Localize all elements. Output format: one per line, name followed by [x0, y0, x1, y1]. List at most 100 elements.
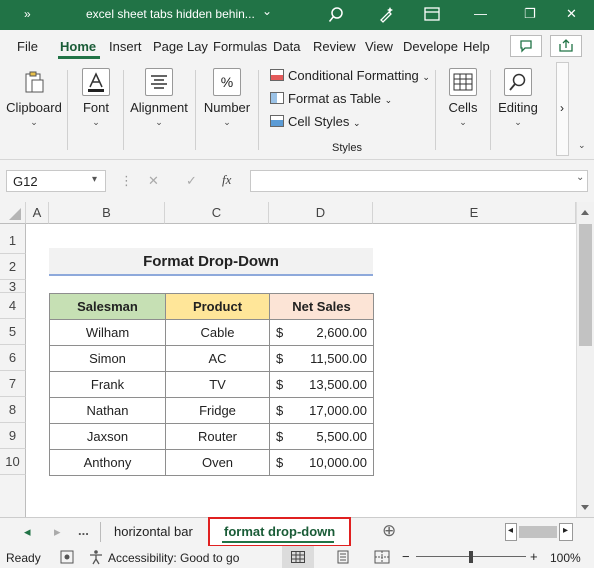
accessibility-status[interactable]: Accessibility: Good to go	[108, 551, 239, 565]
more-sheets-button[interactable]: ...	[78, 523, 89, 538]
scroll-down-icon[interactable]	[580, 504, 590, 512]
sheet-tab-horizontal-bar[interactable]: horizontal bar	[114, 524, 193, 539]
product-cell[interactable]: Router	[165, 423, 270, 450]
table-heading[interactable]: Format Drop-Down	[49, 248, 373, 276]
row-header-2[interactable]: 2	[0, 254, 26, 280]
row-header-9[interactable]: 9	[0, 423, 26, 449]
conditional-formatting-button[interactable]: Conditional Formatting ⌄	[270, 68, 430, 83]
salesman-cell[interactable]: Simon	[49, 345, 166, 372]
insert-function-icon[interactable]: fx	[222, 172, 231, 188]
salesman-cell[interactable]: Frank	[49, 371, 166, 398]
title-dropdown-icon[interactable]: ⌄	[262, 4, 272, 18]
row-header-7[interactable]: 7	[0, 371, 26, 397]
page-break-preview-icon[interactable]	[374, 550, 390, 564]
zoom-out-button[interactable]: −	[402, 549, 410, 564]
salesman-cell[interactable]: Nathan	[49, 397, 166, 424]
scroll-thumb[interactable]	[579, 224, 592, 346]
product-cell[interactable]: Oven	[165, 449, 270, 476]
add-sheet-button[interactable]: ⊕	[382, 521, 396, 541]
tab-page-layout[interactable]: Page Lay	[153, 39, 208, 54]
ribbon-scroll[interactable]: ›	[556, 62, 569, 156]
ribbon-collapse-icon[interactable]: ⌄	[578, 140, 586, 151]
font-group[interactable]: Font ⌄	[74, 68, 118, 128]
editing-group[interactable]: Editing ⌄	[494, 68, 542, 128]
tab-formulas[interactable]: Formulas	[213, 39, 267, 54]
tab-developer[interactable]: Develope	[403, 39, 458, 54]
format-as-table-button[interactable]: Format as Table ⌄	[270, 91, 392, 106]
salesman-cell[interactable]: Anthony	[49, 449, 166, 476]
ribbon-display-icon[interactable]	[424, 7, 440, 21]
column-header-d[interactable]: D	[269, 202, 373, 224]
product-cell[interactable]: Fridge	[165, 397, 270, 424]
cell-styles-button[interactable]: Cell Styles ⌄	[270, 114, 361, 129]
salesman-cell[interactable]: Jaxson	[49, 423, 166, 450]
normal-view-button[interactable]	[282, 546, 314, 568]
name-box[interactable]: G12	[6, 170, 106, 192]
vertical-scrollbar[interactable]	[576, 202, 594, 517]
tab-view[interactable]: View	[365, 39, 393, 54]
column-header-a[interactable]: A	[26, 202, 49, 224]
column-header-e[interactable]: E	[373, 202, 576, 224]
expand-formula-icon[interactable]: ⌄	[576, 172, 584, 183]
hscroll-right[interactable]: ▸	[559, 523, 573, 541]
share-button[interactable]	[550, 35, 582, 57]
sheet-tab-format-drop-down[interactable]: format drop-down	[208, 517, 351, 547]
page-layout-icon[interactable]	[336, 550, 350, 564]
net-sales-cell[interactable]: $5,500.00	[269, 423, 374, 450]
name-box-dropdown-icon[interactable]: ▾	[92, 174, 97, 185]
row-header-10[interactable]: 10	[0, 449, 26, 475]
tab-home[interactable]: Home	[60, 39, 96, 54]
column-header-c[interactable]: C	[165, 202, 269, 224]
overflow-icon[interactable]: »	[24, 7, 31, 21]
column-header-b[interactable]: B	[49, 202, 165, 224]
close-button[interactable]: ✕	[566, 6, 577, 22]
next-sheet-icon[interactable]: ▸	[54, 524, 61, 540]
net-sales-cell[interactable]: $10,000.00	[269, 449, 374, 476]
magic-pen-icon[interactable]	[378, 5, 396, 23]
tab-insert[interactable]: Insert	[109, 39, 142, 54]
header-product[interactable]: Product	[165, 293, 270, 320]
row-header-1[interactable]: 1	[0, 228, 26, 254]
tab-file[interactable]: File	[17, 39, 38, 54]
minimize-button[interactable]: —	[474, 6, 487, 21]
tab-help[interactable]: Help	[463, 39, 490, 54]
net-sales-cell[interactable]: $2,600.00	[269, 319, 374, 346]
zoom-level[interactable]: 100%	[550, 551, 581, 565]
header-salesman[interactable]: Salesman	[49, 293, 166, 320]
scroll-up-icon[interactable]	[580, 208, 590, 216]
select-all-button[interactable]	[0, 202, 26, 224]
cancel-icon[interactable]: ✕	[148, 173, 159, 189]
tab-review[interactable]: Review	[313, 39, 356, 54]
comments-button[interactable]	[510, 35, 542, 57]
row-header-4[interactable]: 4	[0, 293, 26, 319]
net-sales-cell[interactable]: $17,000.00	[269, 397, 374, 424]
row-header-3[interactable]: 3	[0, 280, 26, 293]
product-cell[interactable]: TV	[165, 371, 270, 398]
prev-sheet-icon[interactable]: ◂	[24, 524, 31, 540]
cell-styles-label: Cell Styles	[288, 114, 350, 129]
alignment-icon	[145, 68, 173, 96]
zoom-slider-thumb[interactable]	[469, 551, 473, 563]
alignment-group[interactable]: Alignment ⌄	[128, 68, 190, 128]
restore-button[interactable]: ❐	[524, 6, 536, 22]
macro-record-icon[interactable]	[60, 550, 74, 564]
row-header-5[interactable]: 5	[0, 319, 26, 345]
product-cell[interactable]: Cable	[165, 319, 270, 346]
row-header-8[interactable]: 8	[0, 397, 26, 423]
tab-data[interactable]: Data	[273, 39, 300, 54]
zoom-in-button[interactable]: +	[530, 549, 538, 564]
row-header-6[interactable]: 6	[0, 345, 26, 371]
formula-input[interactable]	[250, 170, 588, 192]
search-icon[interactable]	[328, 6, 344, 24]
clipboard-group[interactable]: Clipboard ⌄	[4, 68, 64, 128]
hscroll-left[interactable]: ◂	[505, 523, 517, 541]
cells-group[interactable]: Cells ⌄	[440, 68, 486, 128]
net-sales-cell[interactable]: $13,500.00	[269, 371, 374, 398]
product-cell[interactable]: AC	[165, 345, 270, 372]
number-group[interactable]: % Number ⌄	[200, 68, 254, 128]
header-net-sales[interactable]: Net Sales	[269, 293, 374, 320]
net-sales-cell[interactable]: $11,500.00	[269, 345, 374, 372]
enter-icon[interactable]: ✓	[186, 173, 197, 189]
salesman-cell[interactable]: Wilham	[49, 319, 166, 346]
hscroll-thumb[interactable]	[519, 526, 557, 538]
